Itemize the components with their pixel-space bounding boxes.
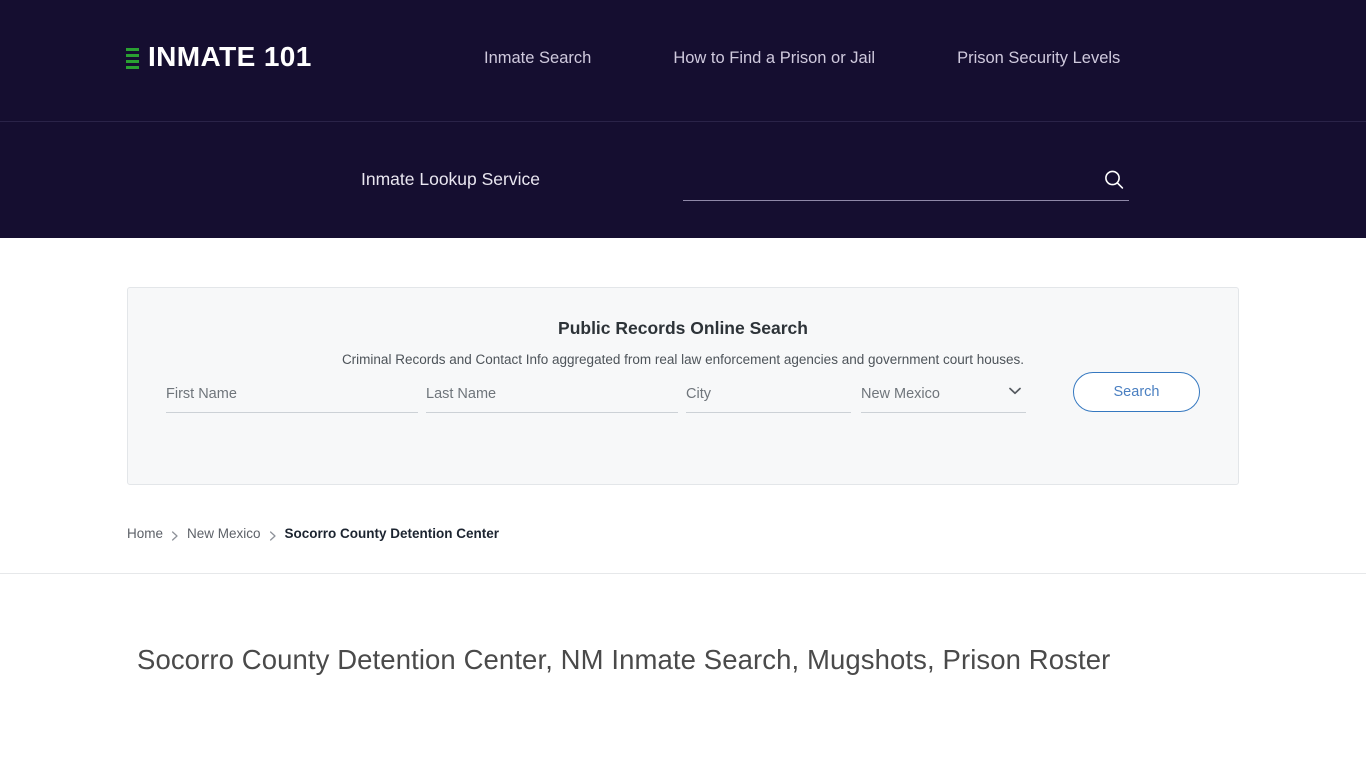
city-field	[686, 385, 851, 413]
page-title: Socorro County Detention Center, NM Inma…	[137, 644, 1111, 675]
breadcrumb: Home New Mexico Socorro County Detention…	[127, 526, 499, 541]
list-bars-icon	[126, 46, 139, 69]
public-records-form: New Mexico Search	[166, 372, 1200, 413]
breadcrumb-item-new-mexico[interactable]: New Mexico	[187, 526, 261, 541]
lookup-label: Inmate Lookup Service	[361, 169, 540, 189]
records-search-button[interactable]: Search	[1073, 372, 1200, 412]
lookup-search-input[interactable]	[683, 168, 1073, 196]
state-field: New Mexico	[861, 385, 1026, 413]
site-logo[interactable]: INMATE 101	[126, 43, 312, 71]
city-input[interactable]	[686, 386, 851, 402]
last-name-input[interactable]	[426, 386, 678, 402]
lookup-search-button[interactable]	[1101, 168, 1127, 194]
lookup-search-field	[683, 168, 1129, 201]
first-name-input[interactable]	[166, 386, 418, 402]
public-records-title: Public Records Online Search	[558, 318, 808, 338]
brand-name: INMATE 101	[148, 41, 312, 72]
main-navigation: Inmate Search How to Find a Prison or Ja…	[484, 49, 1120, 68]
chevron-right-icon	[171, 529, 179, 541]
last-name-field	[426, 385, 678, 413]
public-records-subtitle: Criminal Records and Contact Info aggreg…	[341, 352, 1025, 367]
nav-item-prison-security-levels[interactable]: Prison Security Levels	[957, 49, 1120, 68]
public-records-card: Public Records Online Search Criminal Re…	[127, 287, 1239, 485]
section-divider	[0, 573, 1366, 574]
inmate-lookup-bar: Inmate Lookup Service	[0, 122, 1366, 238]
site-header: INMATE 101 Inmate Search How to Find a P…	[0, 0, 1366, 122]
state-select[interactable]: New Mexico	[861, 386, 1026, 402]
breadcrumb-item-home[interactable]: Home	[127, 526, 163, 541]
search-icon	[1105, 170, 1124, 189]
chevron-right-icon	[269, 529, 277, 541]
nav-item-inmate-search[interactable]: Inmate Search	[484, 49, 591, 68]
nav-item-how-to-find-a-prison-or-jail[interactable]: How to Find a Prison or Jail	[673, 49, 875, 68]
breadcrumb-item-current: Socorro County Detention Center	[284, 526, 500, 541]
first-name-field	[166, 385, 418, 413]
